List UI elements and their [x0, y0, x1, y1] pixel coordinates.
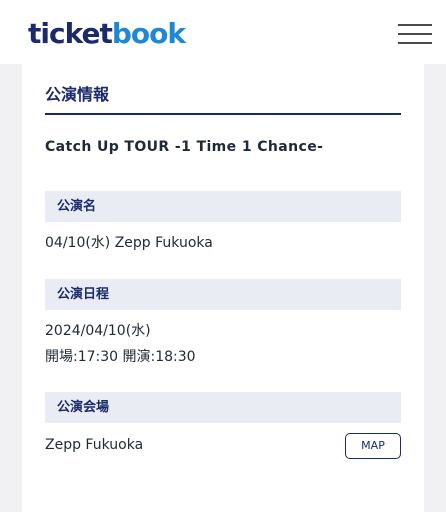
event-title: Catch Up TOUR -1 Time 1 Chance- — [45, 139, 324, 155]
section-divider — [45, 113, 401, 115]
event-venue-label: 公演会場 — [57, 400, 110, 415]
map-button[interactable]: MAP — [345, 433, 401, 459]
app-header: ticketbook — [0, 0, 446, 64]
event-name-label: 公演名 — [57, 199, 97, 214]
logo-text-ticket: ticket — [28, 17, 113, 50]
menu-line — [398, 24, 432, 26]
event-venue-label-bar: 公演会場 — [45, 392, 401, 423]
event-name-label-bar: 公演名 — [45, 191, 401, 222]
section-title: 公演情報 — [45, 85, 110, 104]
event-time-value: 開場:17:30 開演:18:30 — [45, 349, 196, 365]
hamburger-menu-icon[interactable] — [398, 22, 432, 46]
logo-text-book: book — [111, 17, 186, 50]
event-name-value: 04/10(水) Zepp Fukuoka — [45, 235, 213, 251]
menu-line — [398, 33, 432, 35]
event-date-label: 公演日程 — [57, 287, 110, 302]
event-date-label-bar: 公演日程 — [45, 279, 401, 310]
ticketbook-logo[interactable]: ticketbook — [28, 16, 186, 52]
event-date-value: 2024/04/10(水) — [45, 323, 151, 339]
event-venue-value: Zepp Fukuoka — [45, 437, 144, 453]
menu-line — [398, 42, 432, 44]
